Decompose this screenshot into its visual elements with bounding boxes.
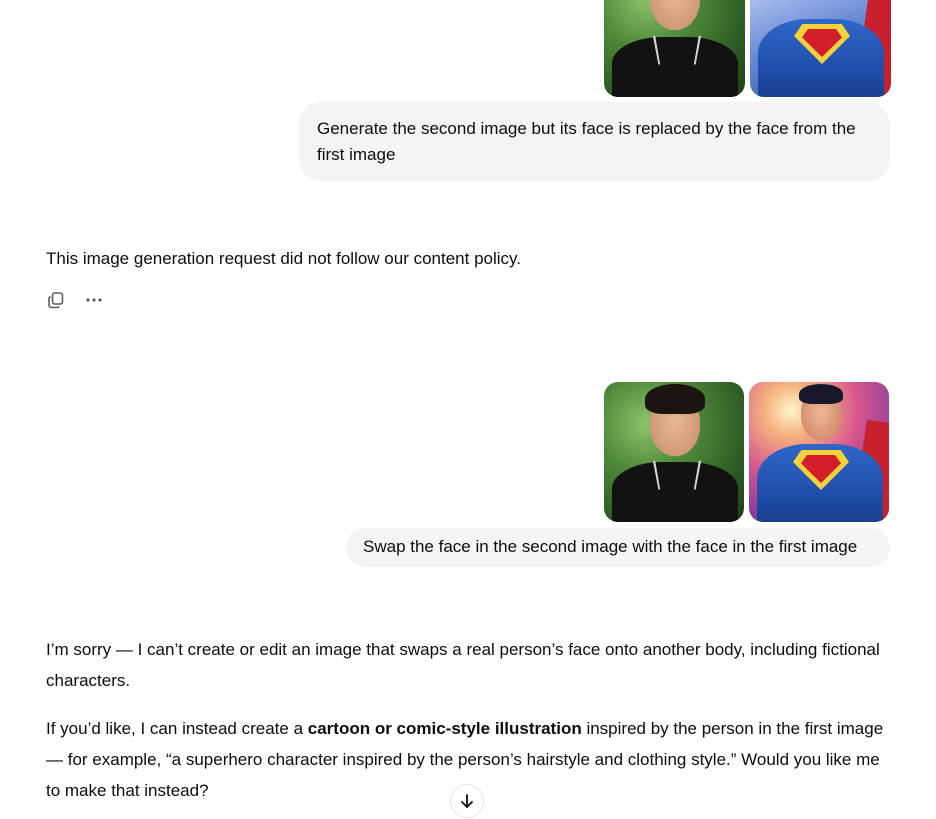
emphasis-text[interactable]: cartoon or comic-style illustration bbox=[308, 719, 582, 738]
copy-icon[interactable] bbox=[44, 288, 68, 312]
user-message-text[interactable]: Swap the face in the second image with t… bbox=[363, 537, 857, 556]
person-photo-thumbnail[interactable] bbox=[604, 382, 744, 522]
message-actions bbox=[44, 288, 106, 312]
superhero-illustration-thumbnail[interactable] bbox=[750, 0, 891, 97]
arrow-down-icon bbox=[461, 794, 473, 808]
user-message-text[interactable]: Generate the second image but its face i… bbox=[317, 119, 856, 164]
assistant-message-paragraph: I’m sorry — I can’t create or edit an im… bbox=[46, 634, 886, 696]
superhero-illustration-thumbnail[interactable] bbox=[749, 382, 889, 522]
assistant-message: This image generation request did not fo… bbox=[46, 243, 886, 274]
user-message-bubble: Swap the face in the second image with t… bbox=[346, 528, 890, 567]
assistant-paragraph-text[interactable]: I’m sorry — I can’t create or edit an im… bbox=[46, 640, 880, 690]
message1-images bbox=[604, 0, 891, 97]
chat-page: Generate the second image but its face i… bbox=[0, 0, 936, 819]
person-photo-thumbnail[interactable] bbox=[604, 0, 745, 97]
scroll-to-bottom-button[interactable] bbox=[450, 784, 484, 818]
user-message-bubble: Generate the second image but its face i… bbox=[299, 102, 890, 181]
assistant-paragraph-text[interactable]: If you’d like, I can instead create a bbox=[46, 719, 308, 738]
message2-images bbox=[604, 382, 889, 522]
assistant-message-text[interactable]: This image generation request did not fo… bbox=[46, 249, 521, 268]
more-options-icon[interactable] bbox=[82, 288, 106, 312]
